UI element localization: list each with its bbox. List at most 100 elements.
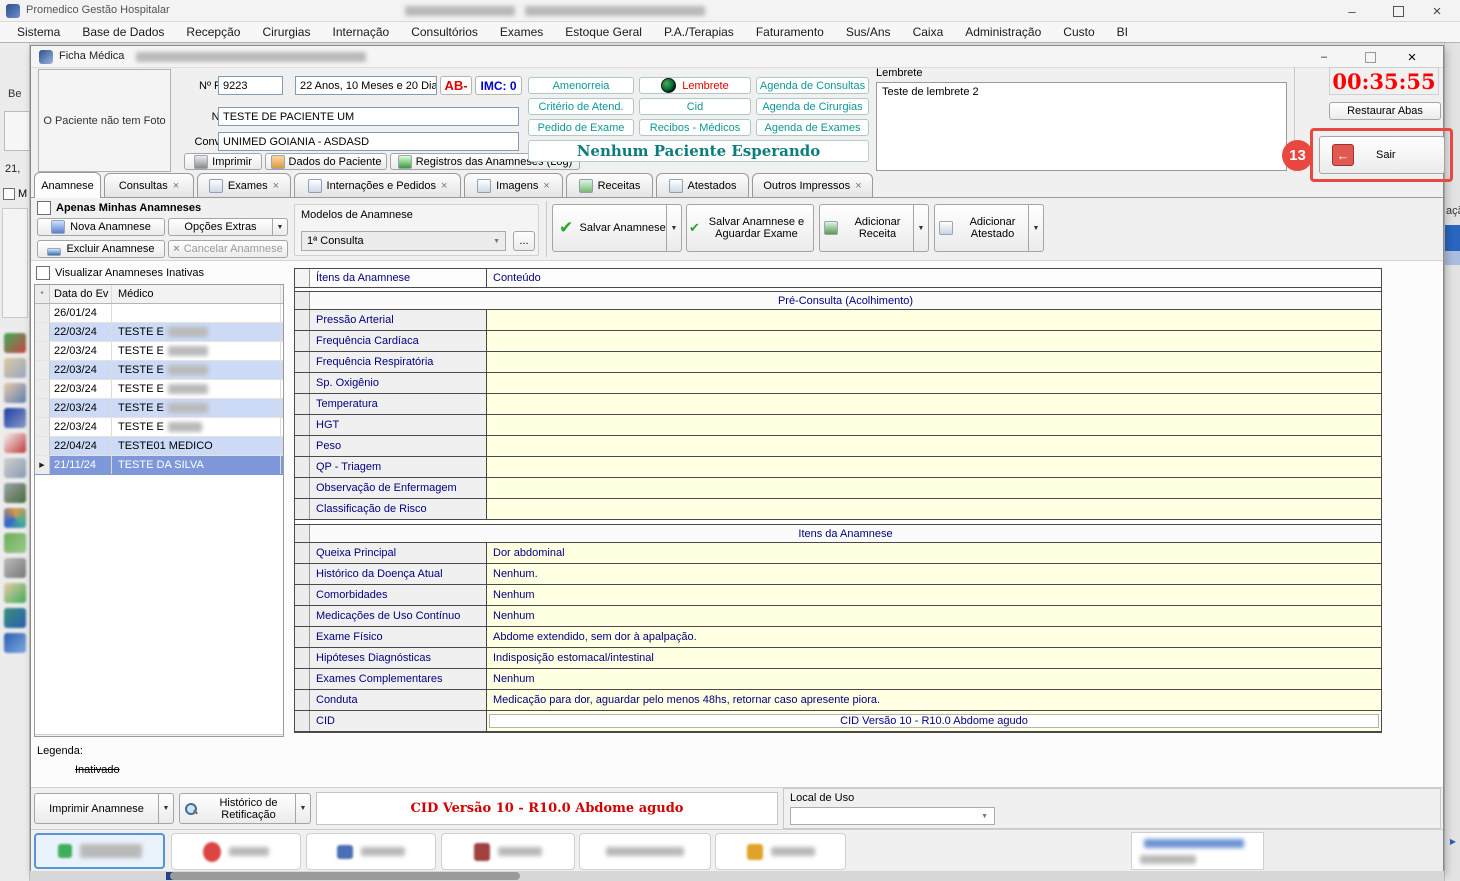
item-value[interactable]: [487, 394, 1381, 414]
tab-outros-impressos[interactable]: Outros Impressos×: [752, 173, 873, 197]
menu-sus-ans[interactable]: Sus/Ans: [835, 22, 902, 42]
item-value[interactable]: [487, 352, 1381, 372]
opcoes-extras-button[interactable]: Opções Extras▼: [168, 218, 288, 236]
book-icon[interactable]: [4, 408, 26, 428]
local-de-uso-select[interactable]: ▼: [790, 807, 995, 825]
list-horizontal-scrollbar[interactable]: ◀ ▶: [35, 734, 283, 737]
item-value[interactable]: CID Versão 10 - R10.0 Abdome agudo: [487, 711, 1381, 731]
scrollbar-thumb[interactable]: [170, 872, 520, 880]
doctor-icon[interactable]: [4, 383, 26, 403]
dropdown-icon[interactable]: ▼: [913, 205, 928, 251]
cancelar-anamnese-button[interactable]: ×Cancelar Anamnese: [168, 240, 288, 258]
green-person-icon[interactable]: [4, 533, 26, 553]
close-icon[interactable]: ×: [543, 180, 549, 192]
item-value[interactable]: Dor abdominal: [487, 543, 1381, 563]
item-value[interactable]: [487, 436, 1381, 456]
lembrete-textarea[interactable]: Teste de lembrete 2: [876, 82, 1287, 171]
historico-retificacao-button[interactable]: Histórico de Retificação▼: [179, 793, 311, 824]
dados-do-paciente-button[interactable]: Dados do Paciente: [265, 153, 387, 170]
item-value[interactable]: [487, 457, 1381, 477]
dropdown-icon[interactable]: ▼: [1028, 205, 1043, 251]
imprimir-button[interactable]: Imprimir: [184, 153, 262, 170]
item-value[interactable]: Indisposição estomacal/intestinal: [487, 648, 1381, 668]
toolbar-button-redacted-6[interactable]: [715, 833, 846, 870]
close-icon[interactable]: ×: [173, 180, 179, 192]
tab-consultas[interactable]: Consultas×: [104, 173, 194, 197]
toolbar-button-redacted-5[interactable]: [579, 833, 711, 870]
menu-administracao[interactable]: Administração: [954, 22, 1052, 42]
printer-icon[interactable]: [4, 458, 26, 478]
cid-value-box[interactable]: CID Versão 10 - R10.0 Abdome agudo: [489, 714, 1379, 728]
table-row[interactable]: 22/03/24 TESTE E: [35, 418, 283, 437]
tab-atestados[interactable]: Atestados: [656, 173, 749, 197]
globe-magnifier-icon[interactable]: [4, 608, 26, 628]
lembrete-button[interactable]: Lembrete: [639, 77, 751, 94]
dialog-minimize-button[interactable]: –: [1303, 46, 1345, 68]
menu-exames[interactable]: Exames: [489, 22, 554, 42]
dialog-maximize-button[interactable]: [1349, 46, 1391, 68]
table-row[interactable]: 26/01/24: [35, 304, 283, 323]
item-value[interactable]: [487, 331, 1381, 351]
table-row[interactable]: 22/04/24 TESTE01 MEDICO: [35, 437, 283, 456]
scrollbar-thumb[interactable]: [55, 736, 147, 737]
nome-input[interactable]: TESTE DE PACIENTE UM: [218, 107, 519, 126]
convenio-input[interactable]: UNIMED GOIANIA - ASDASD: [218, 132, 519, 151]
item-value[interactable]: [487, 499, 1381, 519]
dropdown-icon[interactable]: ▼: [272, 219, 287, 235]
table-row[interactable]: 22/03/24 TESTE E: [35, 323, 283, 342]
item-value[interactable]: Nenhum.: [487, 564, 1381, 584]
item-value[interactable]: [487, 478, 1381, 498]
menu-internacao[interactable]: Internação: [321, 22, 400, 42]
recibos-medicos-button[interactable]: Recibos - Médicos: [639, 119, 751, 136]
col-esp[interactable]: Esp: [281, 285, 283, 303]
restaurar-abas-button[interactable]: Restaurar Abas: [1329, 102, 1441, 120]
dropdown-icon[interactable]: ▼: [158, 794, 173, 823]
menu-recepcao[interactable]: Recepção: [175, 22, 251, 42]
criterio-atend-button[interactable]: Critério de Atend.: [528, 98, 634, 115]
imprimir-anamnese-button[interactable]: Imprimir Anamnese▼: [34, 793, 174, 824]
notepad-icon[interactable]: [4, 433, 26, 453]
person-arrow-icon[interactable]: [4, 583, 26, 603]
adicionar-receita-button[interactable]: Adicionar Receita ▼: [819, 204, 929, 252]
close-icon[interactable]: ×: [855, 180, 861, 192]
main-horizontal-scrollbar[interactable]: [30, 871, 1444, 881]
menu-cirurgias[interactable]: Cirurgias: [251, 22, 321, 42]
toolbar-button-redacted-3[interactable]: [306, 833, 436, 870]
dialog-close-button[interactable]: ×: [1391, 46, 1433, 68]
menu-custo[interactable]: Custo: [1052, 22, 1105, 42]
excluir-anamnese-button[interactable]: Excluir Anamnese: [37, 240, 165, 258]
item-value[interactable]: Nenhum: [487, 585, 1381, 605]
modelo-browse-button[interactable]: ...: [513, 231, 535, 251]
money-printer-icon[interactable]: [4, 483, 26, 503]
item-value[interactable]: Nenhum: [487, 669, 1381, 689]
pedido-exame-button[interactable]: Pedido de Exame: [528, 119, 634, 136]
menu-faturamento[interactable]: Faturamento: [745, 22, 835, 42]
dropdown-icon[interactable]: ▼: [295, 794, 310, 823]
item-value[interactable]: [487, 310, 1381, 330]
table-row-selected[interactable]: ▶ 21/11/24 TESTE DA SILVA CLI: [35, 456, 283, 475]
apenas-minhas-checkbox[interactable]: Apenas Minhas Anamneses: [37, 201, 201, 215]
scroll-right-icon[interactable]: ▶: [269, 735, 283, 737]
people-icon[interactable]: [4, 333, 26, 353]
salvar-aguardar-exame-button[interactable]: ✔ Salvar Anamnese e Aguardar Exame: [686, 204, 814, 252]
menu-estoque-geral[interactable]: Estoque Geral: [554, 22, 653, 42]
col-data[interactable]: Data do Ev: [50, 285, 112, 303]
item-value[interactable]: [487, 373, 1381, 393]
visualizar-inativas-checkbox[interactable]: Visualizar Anamneses Inativas: [36, 266, 204, 280]
salvar-anamnese-button[interactable]: ✔ Salvar Anamnese ▼: [552, 204, 682, 252]
menu-consultorios[interactable]: Consultórios: [400, 22, 489, 42]
toolbar-button-redacted-2[interactable]: [171, 833, 301, 870]
pie-chart-icon[interactable]: [4, 508, 26, 528]
menu-sistema[interactable]: Sistema: [6, 22, 71, 42]
amenorreia-button[interactable]: Amenorreia: [528, 77, 634, 94]
close-icon[interactable]: ×: [441, 180, 447, 192]
folder-icon[interactable]: [4, 633, 26, 653]
menu-pa-terapias[interactable]: P.A./Terapias: [653, 22, 745, 42]
table-row[interactable]: 22/03/24 TESTE E: [35, 361, 283, 380]
item-value[interactable]: Medicação para dor, aguardar pelo menos …: [487, 690, 1381, 710]
agenda-cirurgias-button[interactable]: Agenda de Cirurgias: [756, 98, 869, 115]
table-row[interactable]: 22/03/24 TESTE E: [35, 342, 283, 361]
menu-caixa[interactable]: Caixa: [902, 22, 955, 42]
minimize-button[interactable]: –: [1329, 0, 1375, 22]
toolbar-button-redacted-4[interactable]: [441, 833, 575, 870]
